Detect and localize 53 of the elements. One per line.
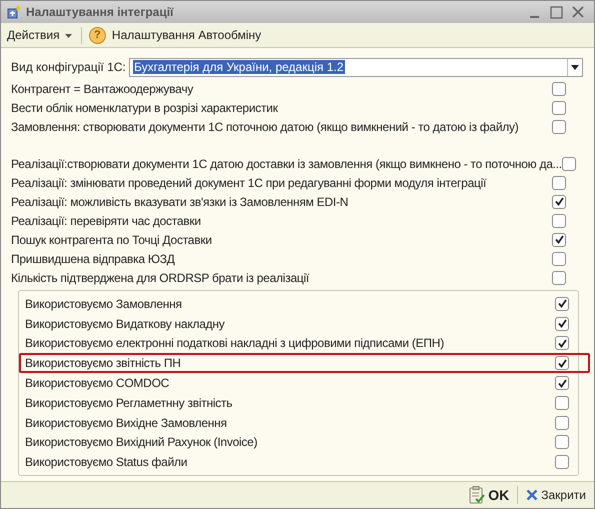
- option-label: Замовлення: створювати документи 1С поточною датою (якщо вимкнений - то датою із файлу): [11, 120, 519, 134]
- option-label: Кількість підтверджена для ORDRSP брати із реалізації: [11, 270, 309, 284]
- checkbox[interactable]: [552, 82, 566, 96]
- option-label: Використовуємо Видаткову накладну: [25, 316, 225, 331]
- config-label: Вид конфігурації 1С:: [11, 60, 127, 74]
- checkbox[interactable]: [555, 296, 569, 311]
- caret-icon: [64, 34, 72, 38]
- option-label: Використовуємо Вихідний Рахунок (Invoice): [25, 435, 258, 450]
- option-label: Реалізації: змінювати проведений документ 1С при редагуванні форми модуля інтеграції: [11, 176, 486, 190]
- checkbox[interactable]: [552, 252, 566, 266]
- checkbox[interactable]: [555, 435, 569, 450]
- option-label: Вести облік номенклатури в розрізі характеристик: [11, 100, 278, 114]
- ok-button[interactable]: OK: [467, 486, 512, 504]
- checkbox[interactable]: [555, 396, 569, 410]
- close-icon: [526, 489, 538, 501]
- option-label: Реалізації: перевіряти час доставки: [11, 214, 201, 228]
- checkbox[interactable]: [562, 156, 576, 170]
- option-label: Реалізації:створювати документи 1С датою доставки із замовлення (якщо вимкнено - то поточною да...: [11, 156, 562, 170]
- checkbox[interactable]: [555, 336, 569, 350]
- maximize-icon[interactable]: [550, 6, 563, 18]
- option-label: Пошук контрагента по Точці Доставки: [11, 232, 212, 246]
- option-label: Використовуємо COMDOC: [25, 376, 170, 390]
- close-icon[interactable]: [572, 6, 584, 18]
- option-label: Реалізації: можливість вказувати зв'язки із Замовленням EDI-N: [11, 194, 348, 208]
- checkbox[interactable]: [552, 120, 566, 134]
- checkbox[interactable]: [552, 232, 566, 246]
- option-label: Контрагент = Вантажоодержувачу: [11, 82, 194, 96]
- checkbox[interactable]: [552, 270, 566, 284]
- option-label: Використовуємо Регламетнну звітність: [25, 396, 232, 410]
- autoexchange-settings-button[interactable]: Налаштування Автообміну: [110, 28, 264, 42]
- clipboard-check-icon: [469, 486, 486, 504]
- checkbox[interactable]: [555, 455, 569, 470]
- option-label: Використовуємо Замовлення: [25, 296, 182, 311]
- config-dropdown[interactable]: Бухгалтерія для України, редакція 1.2: [129, 58, 583, 76]
- actions-menu[interactable]: Действия: [5, 28, 74, 42]
- close-button[interactable]: Закрити: [524, 488, 588, 502]
- dropdown-arrow-icon[interactable]: [571, 64, 579, 70]
- checkbox[interactable]: [552, 100, 566, 114]
- help-icon: ?: [88, 26, 106, 44]
- checkbox[interactable]: [555, 376, 569, 390]
- option-label: Використовуємо Status файли: [25, 455, 188, 470]
- checkbox[interactable]: [555, 356, 569, 370]
- window-title: Налаштування інтеграції: [26, 5, 174, 19]
- option-label: Використовуємо електронні податкові накладні з цифровими підписами (ЕПН): [25, 336, 444, 350]
- checkbox[interactable]: [555, 416, 569, 430]
- checkbox[interactable]: [552, 214, 566, 228]
- option-label: Використовуємо Вихідне Замовлення: [25, 416, 227, 430]
- checkbox[interactable]: [555, 316, 569, 331]
- checkbox[interactable]: [552, 176, 566, 190]
- checkbox[interactable]: [552, 194, 566, 208]
- option-label: Використовуємо звітність ПН: [25, 356, 181, 370]
- app-icon: [7, 5, 21, 19]
- option-label: Пришвидшена відправка ЮЗД: [11, 252, 175, 266]
